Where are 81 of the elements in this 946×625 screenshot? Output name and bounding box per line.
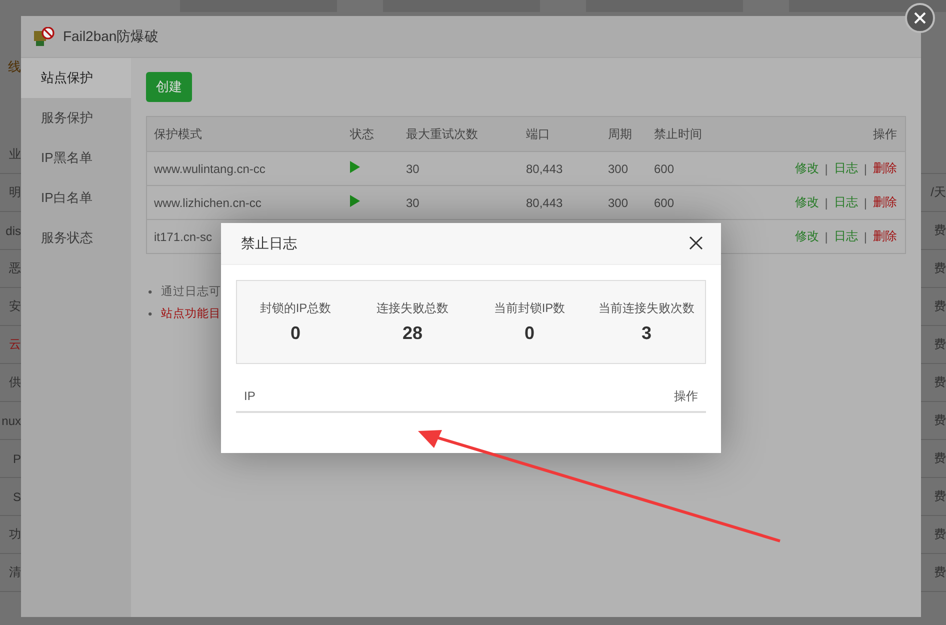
table-cell: 30 <box>406 162 420 176</box>
stat-value: 28 <box>402 323 423 344</box>
background-text: 费 <box>934 260 946 277</box>
background-text: 清 <box>8 564 21 581</box>
background-text: 费 <box>934 488 946 505</box>
bullet: • <box>148 306 152 322</box>
separator: | <box>864 230 867 244</box>
dialog-title: 禁止日志 <box>241 234 297 252</box>
close-icon <box>914 12 926 24</box>
note-text: 通过日志可 <box>161 284 222 300</box>
background-text: nux <box>0 414 21 428</box>
stat-value: 0 <box>290 323 300 344</box>
action-link[interactable]: 删除 <box>873 228 897 245</box>
sidebar-item[interactable]: 站点保护 <box>21 58 131 98</box>
stat-label: 封锁的IP总数 <box>260 300 332 317</box>
play-icon <box>350 160 360 172</box>
column-header: 操作 <box>674 388 698 404</box>
table-cell: 600 <box>654 162 674 176</box>
background-text: 费 <box>934 298 946 315</box>
action-link[interactable]: 修改 <box>794 160 819 177</box>
table-cell: 300 <box>608 162 628 176</box>
separator: | <box>824 162 828 176</box>
separator: | <box>824 230 828 244</box>
column-header: 操作 <box>873 126 897 142</box>
background-text: 费 <box>934 336 946 353</box>
column-header: 最大重试次数 <box>406 126 478 142</box>
background-text: 供 <box>8 374 21 391</box>
background-text: 恶 <box>8 260 21 277</box>
action-link[interactable]: 修改 <box>794 228 819 245</box>
table-cell: it171.cn-sc <box>154 230 212 244</box>
bullet: • <box>148 284 152 300</box>
action-link[interactable]: 删除 <box>873 194 897 211</box>
panel-title: Fail2ban防爆破 <box>63 28 159 46</box>
background-text: 安 <box>8 298 21 315</box>
action-link[interactable]: 删除 <box>873 160 897 177</box>
column-header: 禁止时间 <box>654 126 702 142</box>
table-cell: www.lizhichen.cn-cc <box>154 196 262 210</box>
table-cell: 300 <box>608 196 628 210</box>
create-button[interactable]: 创建 <box>146 72 192 102</box>
shield-logo-icon <box>33 26 55 46</box>
stat-value: 3 <box>641 323 652 344</box>
background-text: 费 <box>934 450 946 467</box>
action-link[interactable]: 日志 <box>834 160 858 177</box>
separator: | <box>824 196 828 210</box>
background-text: 费 <box>934 526 946 543</box>
close-button[interactable] <box>689 236 705 252</box>
column-header: 保护模式 <box>154 126 202 142</box>
column-header: 状态 <box>350 126 374 142</box>
background-text: 费 <box>934 412 946 429</box>
background-text: /天 <box>930 184 946 201</box>
action-link[interactable]: 日志 <box>834 228 858 245</box>
table-cell: 80,443 <box>526 196 563 210</box>
background-text: 费 <box>934 374 946 391</box>
close-icon <box>689 236 703 250</box>
background-text: 功 <box>8 526 21 543</box>
action-link[interactable]: 修改 <box>794 194 819 211</box>
background-text: P <box>12 452 21 466</box>
background-text: 明 <box>8 184 21 201</box>
play-icon <box>350 194 360 206</box>
column-header: IP <box>244 389 256 403</box>
table-cell: www.wulintang.cn-cc <box>154 162 266 176</box>
action-link[interactable]: 日志 <box>834 194 858 211</box>
background-text: 云 <box>8 336 21 353</box>
background-text: S <box>12 490 21 504</box>
background-text: 费 <box>934 564 946 581</box>
table-cell: 30 <box>406 196 420 210</box>
table-cell: 600 <box>654 196 674 210</box>
background-text: 业 <box>8 146 21 163</box>
background-text: dis <box>4 224 21 238</box>
separator: | <box>864 162 867 176</box>
stat-label: 当前连接失败次数 <box>598 300 694 317</box>
separator: | <box>864 196 867 210</box>
stat-label: 连接失败总数 <box>376 300 448 317</box>
table-cell: 80,443 <box>526 162 563 176</box>
column-header: 周期 <box>608 126 632 142</box>
background-heading: 线 <box>7 58 21 76</box>
note-text: 站点功能目 <box>161 306 222 322</box>
background-text: 费 <box>934 222 946 239</box>
stat-label: 当前封锁IP数 <box>494 300 566 317</box>
stat-value: 0 <box>524 323 534 344</box>
column-header: 端口 <box>526 126 550 142</box>
